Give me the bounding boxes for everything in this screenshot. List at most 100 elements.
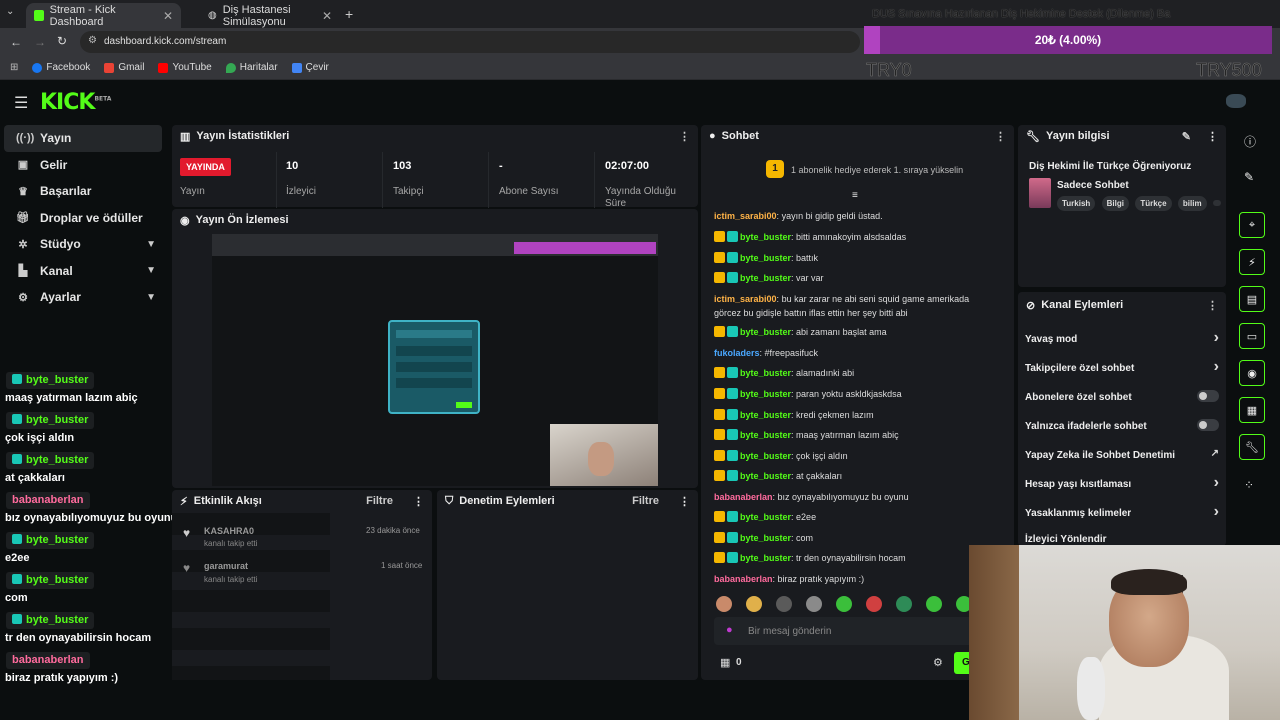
layout-button[interactable]: ▦	[1239, 397, 1265, 423]
microphone-icon[interactable]: ●	[726, 624, 733, 636]
bookmark-maps[interactable]: Haritalar	[225, 62, 278, 73]
expand-icon[interactable]: ≡	[852, 190, 858, 201]
chat-username[interactable]: fukoladers	[714, 348, 760, 358]
notes-button[interactable]: ▤	[1239, 286, 1265, 312]
bookmark-facebook[interactable]: Facebook	[32, 62, 90, 73]
chat-message[interactable]: ictim_sarabi00: yayın bi gidip geldi üst…	[714, 209, 984, 223]
address-bar[interactable]: ⚙ dashboard.kick.com/stream	[80, 31, 860, 53]
channel-action-item[interactable]: Yapay Zeka ile Sohbet Denetimi ↗	[1025, 448, 1219, 461]
more-options-icon[interactable]: ⋮	[679, 130, 690, 143]
sidebar-item-yayin[interactable]: ((·)) Yayın	[4, 125, 162, 152]
channel-action-item[interactable]: Yasaklanmış kelimeler ›	[1025, 503, 1219, 520]
channel-action-item[interactable]: İzleyici Yönlendir	[1025, 534, 1219, 545]
channel-action-item[interactable]: Yalnızca ifadelerle sohbet	[1025, 419, 1219, 432]
sidebar-item-gelir[interactable]: ▣ Gelir	[4, 152, 162, 179]
chat-username[interactable]: byte_buster	[740, 253, 791, 263]
emote-icon[interactable]	[746, 596, 762, 612]
chat-message[interactable]: byte_buster: abi zamanı başlat ama	[714, 325, 984, 339]
chat-button[interactable]: ▭	[1239, 323, 1265, 349]
apps-grid-icon[interactable]: ⊞	[10, 62, 18, 73]
chat-username[interactable]: byte_buster	[740, 273, 791, 283]
channel-action-item[interactable]: Hesap yaşı kısıtlaması ›	[1025, 474, 1219, 491]
reload-icon[interactable]: ↻	[57, 34, 67, 48]
chat-username[interactable]: byte_buster	[740, 327, 791, 337]
chat-message[interactable]: byte_buster: var var	[714, 271, 984, 285]
edit-icon[interactable]: ✎	[1182, 130, 1191, 143]
channel-action-item[interactable]: Yavaş mod ›	[1025, 329, 1219, 346]
more-options-icon[interactable]: ⋮	[679, 495, 690, 508]
chat-message[interactable]: babanaberlan: bız oynayabılıyomuyuz bu o…	[714, 490, 984, 504]
gift-leaderboard-text[interactable]: 1 abonelik hediye ederek 1. sıraya yükse…	[791, 165, 963, 175]
chat-username[interactable]: byte_buster	[740, 512, 791, 522]
activity-user[interactable]: KASAHRA0	[204, 526, 254, 536]
chat-message[interactable]: byte_buster: battık	[714, 251, 984, 265]
chat-message[interactable]: byte_buster: tr den oynayabilirsin hocam	[714, 551, 984, 565]
sidebar-item-kanal[interactable]: ▙ Kanal ▼	[4, 258, 162, 285]
emote-icon[interactable]	[806, 596, 822, 612]
sidebar-item-droplar[interactable]: 🎁︎ Droplar ve ödüller	[4, 205, 162, 232]
tools-button[interactable]: 🔧︎	[1239, 434, 1265, 460]
chat-message[interactable]: byte_buster: alamadınki abi	[714, 366, 984, 380]
chat-message[interactable]: byte_buster: com	[714, 531, 984, 545]
bolt-button[interactable]: ⚡︎	[1239, 249, 1265, 275]
tab-list-icon[interactable]: ⌄	[6, 6, 14, 17]
close-tab-icon[interactable]: ✕	[322, 9, 332, 23]
close-tab-icon[interactable]: ✕	[163, 9, 173, 23]
kick-logo[interactable]: KICKBETA	[40, 90, 111, 115]
chat-message[interactable]: babanaberlan: biraz pratık yapıyım :)	[714, 572, 984, 586]
chat-username[interactable]: byte_buster	[740, 471, 791, 481]
emote-icon[interactable]	[716, 596, 732, 612]
channel-action-item[interactable]: Abonelere özel sohbet	[1025, 390, 1219, 403]
bookmark-translate[interactable]: Çevir	[291, 62, 329, 73]
chat-message[interactable]: fukoladers: #freepasifuck	[714, 346, 984, 360]
forward-icon[interactable]: →	[34, 35, 46, 49]
chat-username[interactable]: ictim_sarabi00	[714, 211, 777, 221]
toggle-switch[interactable]	[1197, 390, 1219, 402]
more-options-icon[interactable]: ⋮	[1207, 130, 1218, 143]
chat-message[interactable]: ictim_sarabi00: bu kar zarar ne abi seni…	[714, 292, 984, 320]
toggle-switch[interactable]	[1197, 419, 1219, 431]
chat-input[interactable]: ● Bir mesaj gönderin	[714, 617, 974, 645]
bookmark-gmail[interactable]: Gmail	[104, 62, 144, 73]
chat-username[interactable]: babanaberlan	[714, 492, 773, 502]
apps-icon[interactable]: ⁘	[1244, 478, 1254, 492]
tab-kick-dashboard[interactable]: Stream - Kick Dashboard ✕	[26, 3, 181, 28]
clip-button[interactable]: ⌖	[1239, 212, 1265, 238]
chat-username[interactable]: babanaberlan	[714, 574, 773, 584]
chat-message[interactable]: byte_buster: at çakkaları	[714, 469, 984, 483]
sidebar-item-ayarlar[interactable]: ⚙ Ayarlar ▼	[4, 284, 162, 311]
chat-message[interactable]: byte_buster: paran yoktu askldkjaskdsa	[714, 387, 984, 401]
chat-username[interactable]: byte_buster	[740, 410, 791, 420]
emote-icon[interactable]	[926, 596, 942, 612]
back-icon[interactable]: ←	[10, 35, 22, 49]
emote-icon[interactable]	[776, 596, 792, 612]
more-options-icon[interactable]: ⋮	[1207, 299, 1218, 312]
chat-message[interactable]: byte_buster: kredi çekmen lazım	[714, 408, 984, 422]
chat-username[interactable]: byte_buster	[740, 389, 791, 399]
stream-preview-video[interactable]	[212, 234, 658, 486]
emote-icon[interactable]	[866, 596, 882, 612]
chat-username[interactable]: byte_buster	[740, 368, 791, 378]
chat-settings-icon[interactable]: ⚙	[933, 656, 943, 669]
bookmark-youtube[interactable]: YouTube	[158, 62, 212, 73]
chat-username[interactable]: byte_buster	[740, 553, 791, 563]
points-icon[interactable]: ▦	[720, 656, 730, 669]
emote-icon[interactable]	[836, 596, 852, 612]
chat-username[interactable]: byte_buster	[740, 430, 791, 440]
chat-message[interactable]: byte_buster: çok işçi aldın	[714, 449, 984, 463]
more-options-icon[interactable]: ⋮	[995, 130, 1006, 143]
sidebar-item-studyo[interactable]: ✲ Stüdyo ▼	[4, 231, 162, 258]
info-icon[interactable]: ⓘ	[1244, 133, 1256, 150]
site-info-icon[interactable]: ⚙	[88, 35, 97, 46]
chat-message[interactable]: byte_buster: bitti amınakoyim alsdsaldas	[714, 230, 984, 244]
chat-username[interactable]: byte_buster	[740, 533, 791, 543]
filter-button[interactable]: Filtre	[366, 495, 393, 507]
chat-username[interactable]: byte_buster	[740, 451, 791, 461]
emote-icon[interactable]	[896, 596, 912, 612]
category-name[interactable]: Sadece Sohbet	[1057, 180, 1129, 191]
filter-button[interactable]: Filtre	[632, 495, 659, 507]
edit-icon[interactable]: ✎	[1244, 170, 1254, 184]
more-options-icon[interactable]: ⋮	[413, 495, 424, 508]
broadcast-button[interactable]: ◉	[1239, 360, 1265, 386]
sidebar-item-basarilar[interactable]: ♛ Başarılar	[4, 178, 162, 205]
